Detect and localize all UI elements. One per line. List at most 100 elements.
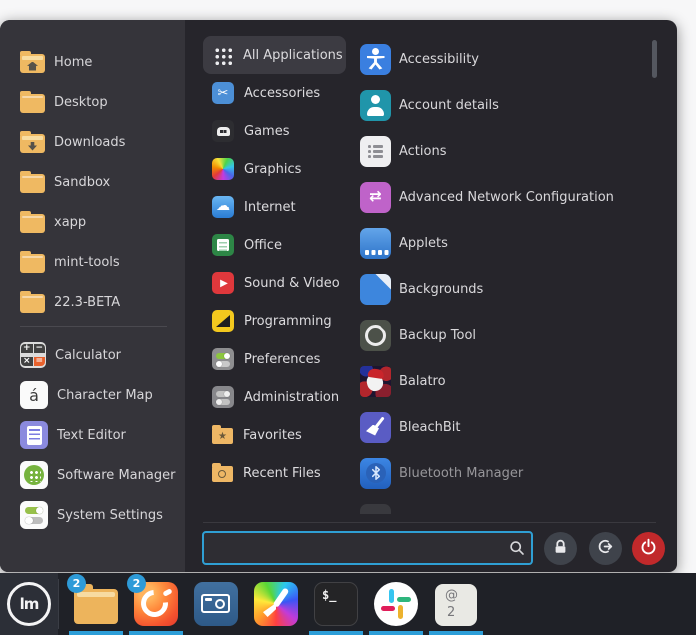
app-label: Bluetooth Manager: [399, 466, 523, 481]
category-graphics[interactable]: Graphics: [203, 150, 346, 188]
taskbar-item-character-map-2[interactable]: @2: [426, 573, 486, 635]
running-indicator: [129, 631, 183, 635]
mint-monogram: lm: [20, 595, 39, 613]
taskbar-item-paint[interactable]: [246, 573, 306, 635]
sidebar-item-desktop[interactable]: Desktop: [0, 82, 185, 122]
sidebar-item-22-3-beta[interactable]: 22.3-BETA: [0, 282, 185, 322]
app-bleachbit[interactable]: BleachBit: [357, 404, 649, 450]
preferences-icon: [212, 348, 234, 370]
category-all-applications[interactable]: All Applications: [203, 36, 346, 74]
cinnamon-menu: Home Desktop Downloads Sandbox xapp mint-tool…: [0, 20, 677, 572]
accessories-icon: ✂: [212, 82, 234, 104]
category-label: Graphics: [244, 162, 301, 177]
category-favorites[interactable]: ★Favorites: [203, 416, 346, 454]
logout-button[interactable]: [589, 532, 622, 565]
category-accessories[interactable]: ✂ Accessories: [203, 74, 346, 112]
app-label: Balatro: [399, 374, 446, 389]
sidebar-item-calculator[interactable]: +−×=Calculator: [0, 335, 185, 375]
sidebar-item-character-map[interactable]: á Character Map: [0, 375, 185, 415]
category-office[interactable]: Office: [203, 226, 346, 264]
files-icon: [74, 589, 118, 624]
lock-icon: [553, 539, 568, 559]
app-account-details[interactable]: Account details: [357, 82, 649, 128]
app-label: Accessibility: [399, 52, 479, 67]
app-bluetooth-manager[interactable]: Bluetooth Manager: [357, 450, 649, 496]
sidebar-list: Home Desktop Downloads Sandbox xapp mint-tool…: [0, 42, 185, 535]
sidebar-item-system-settings[interactable]: System Settings: [0, 495, 185, 535]
category-sound-video[interactable]: ▶Sound & Video: [203, 264, 346, 302]
sidebar-item-label: Desktop: [54, 95, 108, 110]
notification-badge: 2: [67, 574, 86, 593]
category-label: Administration: [244, 390, 339, 405]
running-indicator: [69, 631, 123, 635]
category-administration[interactable]: Administration: [203, 378, 346, 416]
sidebar-item-label: mint-tools: [54, 255, 120, 270]
sidebar-item-home[interactable]: Home: [0, 42, 185, 82]
icon-glyph: ✂: [218, 86, 229, 101]
character-map-icon: á: [20, 381, 48, 409]
category-internet[interactable]: ☁Internet: [203, 188, 346, 226]
taskbar-item-firefox[interactable]: 2: [126, 573, 186, 635]
category-preferences[interactable]: Preferences: [203, 340, 346, 378]
lock-button[interactable]: [544, 532, 577, 565]
taskbar-launchers: 2 2 $_ @2: [66, 573, 486, 635]
menu-button[interactable]: lm: [0, 573, 58, 635]
system-settings-icon: [20, 501, 48, 529]
office-icon: [212, 234, 234, 256]
plain-folder-icon: [20, 294, 45, 313]
paint-icon: [254, 582, 298, 626]
sidebar-item-xapp[interactable]: xapp: [0, 202, 185, 242]
screenshot-tool-icon: [194, 582, 238, 626]
sidebar-item-downloads[interactable]: Downloads: [0, 122, 185, 162]
taskbar-item-files[interactable]: 2: [66, 573, 126, 635]
category-label: Internet: [244, 200, 296, 215]
games-icon: [212, 120, 234, 142]
slack-icon: [374, 582, 418, 626]
mint-logo-icon: lm: [7, 582, 51, 626]
app-label: Account details: [399, 98, 499, 113]
category-games[interactable]: Games: [203, 112, 346, 150]
all-applications-icon: [213, 46, 232, 65]
sidebar-item-mint-tools[interactable]: mint-tools: [0, 242, 185, 282]
sidebar-item-label: Character Map: [57, 388, 153, 403]
backup-tool-icon: [360, 320, 391, 351]
icon-glyph: ★: [218, 432, 227, 442]
category-programming[interactable]: Programming: [203, 302, 346, 340]
search-input[interactable]: [202, 531, 533, 565]
sidebar-item-sandbox[interactable]: Sandbox: [0, 162, 185, 202]
app-accessibility[interactable]: Accessibility: [357, 36, 649, 82]
desktop-folder-icon: [20, 94, 45, 113]
taskbar-item-slack[interactable]: [366, 573, 426, 635]
taskbar: lm 2 2 $_ @2: [0, 573, 696, 635]
icon-glyph: á: [29, 386, 39, 405]
app-label: Actions: [399, 144, 447, 159]
app-label: Applets: [399, 236, 448, 251]
app-label: BleachBit: [399, 420, 461, 435]
sidebar-item-label: Sandbox: [54, 175, 110, 190]
power-button[interactable]: [632, 532, 665, 565]
app-label: Backgrounds: [399, 282, 483, 297]
app-balatro[interactable]: Balatro: [357, 358, 649, 404]
app-applets[interactable]: Applets: [357, 220, 649, 266]
logout-icon: [597, 538, 614, 559]
text-editor-icon: [20, 421, 48, 449]
sidebar-item-label: xapp: [54, 215, 86, 230]
sidebar-item-label: Downloads: [54, 135, 125, 150]
sidebar-item-label: System Settings: [57, 508, 163, 523]
sidebar-item-text-editor[interactable]: Text Editor: [0, 415, 185, 455]
app-actions[interactable]: Actions: [357, 128, 649, 174]
apps-scrollbar[interactable]: [652, 40, 657, 78]
sidebar-item-software-manager[interactable]: Software Manager: [0, 455, 185, 495]
category-recent-files[interactable]: Recent Files: [203, 454, 346, 492]
app-backgrounds[interactable]: Backgrounds: [357, 266, 649, 312]
taskbar-item-screenshot-tool[interactable]: [186, 573, 246, 635]
balatro-icon: [360, 366, 391, 397]
app-backup-tool[interactable]: Backup Tool: [357, 312, 649, 358]
account-details-icon: [360, 90, 391, 121]
sidebar-item-label: Software Manager: [57, 468, 175, 483]
taskbar-item-terminal[interactable]: $_: [306, 573, 366, 635]
category-label: Accessories: [244, 86, 320, 101]
administration-icon: [212, 386, 234, 408]
category-label: Preferences: [244, 352, 320, 367]
app-advanced-network-configuration[interactable]: ⇄Advanced Network Configuration: [357, 174, 649, 220]
